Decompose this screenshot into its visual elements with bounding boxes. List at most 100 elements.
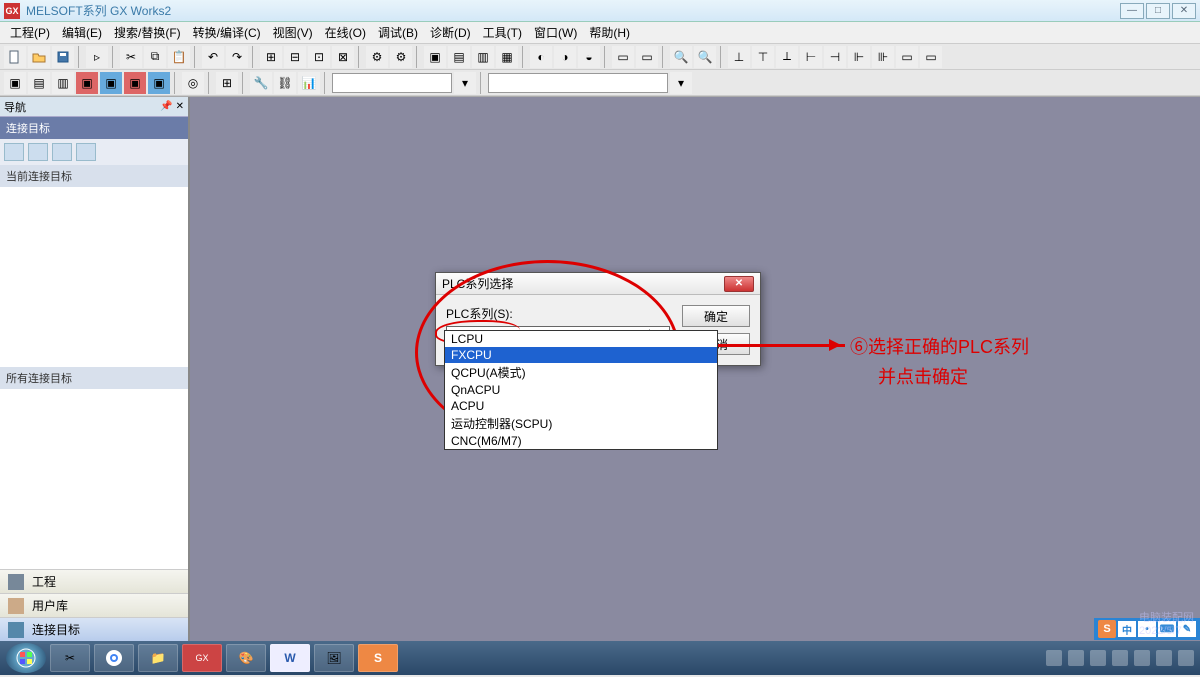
menu-debug[interactable]: 调试(B) xyxy=(372,22,424,43)
redo-button[interactable]: ↷ xyxy=(226,46,248,68)
maximize-button[interactable]: □ xyxy=(1146,3,1170,19)
toolbar-dropdown-icon[interactable]: ▾ xyxy=(670,72,692,94)
toolbar-button[interactable]: ▦ xyxy=(496,46,518,68)
nav-tab-target[interactable]: 连接目标 xyxy=(0,617,188,641)
dropdown-option-qcpu-a[interactable]: QCPU(A模式) xyxy=(445,363,717,382)
toolbar-button[interactable]: 📊 xyxy=(298,72,320,94)
task-paint[interactable]: 🎨 xyxy=(226,644,266,672)
toolbar-button[interactable]: ▣ xyxy=(100,72,122,94)
dropdown-option-lcpu[interactable]: LCPU xyxy=(445,331,717,347)
toolbar-button[interactable]: ▣ xyxy=(76,72,98,94)
new-button[interactable] xyxy=(4,46,26,68)
pin-icon[interactable]: 📌 ✕ xyxy=(160,101,184,112)
toolbar-combo[interactable] xyxy=(332,73,452,93)
toolbar-target-icon[interactable]: ◎ xyxy=(182,72,204,94)
toolbar-button[interactable]: ⚙ xyxy=(366,46,388,68)
dropdown-option-scpu[interactable]: 运动控制器(SCPU) xyxy=(445,414,717,433)
tray-volume-icon[interactable] xyxy=(1156,650,1172,666)
toolbar-combo[interactable] xyxy=(488,73,668,93)
tray-icon[interactable] xyxy=(1090,650,1106,666)
tray-icon[interactable] xyxy=(1068,650,1084,666)
toolbar-button[interactable]: ▭ xyxy=(636,46,658,68)
task-explorer[interactable]: 📁 xyxy=(138,644,178,672)
toolbar-button[interactable]: ▭ xyxy=(920,46,942,68)
nav-tool-icon[interactable] xyxy=(4,143,24,161)
toolbar-button[interactable]: ⊡ xyxy=(308,46,330,68)
menu-diagnose[interactable]: 诊断(D) xyxy=(424,22,477,43)
toolbar-button[interactable]: ▤ xyxy=(448,46,470,68)
toolbar-button[interactable]: ▭ xyxy=(896,46,918,68)
menu-search[interactable]: 搜索/替换(F) xyxy=(108,22,187,43)
toolbar-button[interactable]: ⊠ xyxy=(332,46,354,68)
task-sogou[interactable]: S xyxy=(358,644,398,672)
menu-help[interactable]: 帮助(H) xyxy=(583,22,636,43)
tray-network-icon[interactable] xyxy=(1134,650,1150,666)
dialog-title-bar[interactable]: PLC系列选择 ✕ xyxy=(436,273,760,295)
zoom-out-button[interactable]: 🔍 xyxy=(694,46,716,68)
task-photos[interactable]: 🖼 xyxy=(314,644,354,672)
minimize-button[interactable]: — xyxy=(1120,3,1144,19)
task-chrome[interactable] xyxy=(94,644,134,672)
menu-convert[interactable]: 转换/编译(C) xyxy=(187,22,267,43)
toolbar-button[interactable]: ⛓ xyxy=(274,72,296,94)
toolbar-button[interactable]: ▤ xyxy=(28,72,50,94)
dialog-close-button[interactable]: ✕ xyxy=(724,276,754,292)
tray-battery-icon[interactable] xyxy=(1178,650,1194,666)
dropdown-option-cnc[interactable]: CNC(M6/M7) xyxy=(445,433,717,449)
save-button[interactable] xyxy=(52,46,74,68)
toolbar-button[interactable]: ⊢ xyxy=(800,46,822,68)
task-gxworks[interactable]: GX xyxy=(182,644,222,672)
dropdown-option-qnacpu[interactable]: QnACPU xyxy=(445,382,717,398)
ok-button[interactable]: 确定 xyxy=(682,305,750,327)
toolbar-button[interactable]: ▥ xyxy=(472,46,494,68)
paste-button[interactable]: 📋 xyxy=(168,46,190,68)
toolbar-button[interactable]: ▣ xyxy=(4,72,26,94)
toolbar-button[interactable]: 🔧 xyxy=(250,72,272,94)
toolbar-button[interactable]: ◑ xyxy=(554,46,576,68)
menu-edit[interactable]: 编辑(E) xyxy=(56,22,108,43)
toolbar-button[interactable]: ⊞ xyxy=(216,72,238,94)
toolbar-button[interactable]: ⊩ xyxy=(848,46,870,68)
cut-button[interactable]: ✂ xyxy=(120,46,142,68)
toolbar-button[interactable]: ▣ xyxy=(124,72,146,94)
menu-window[interactable]: 窗口(W) xyxy=(528,22,583,43)
open-button[interactable] xyxy=(28,46,50,68)
dropdown-option-fxcpu[interactable]: FXCPU xyxy=(445,347,717,363)
dropdown-option-acpu[interactable]: ACPU xyxy=(445,398,717,414)
menu-tools[interactable]: 工具(T) xyxy=(477,22,528,43)
menu-online[interactable]: 在线(O) xyxy=(319,22,372,43)
nav-tab-userlib[interactable]: 用户库 xyxy=(0,593,188,617)
toolbar-button[interactable]: ⚙ xyxy=(390,46,412,68)
task-word[interactable]: W xyxy=(270,644,310,672)
toolbar-button[interactable]: ▭ xyxy=(612,46,634,68)
toolbar-button[interactable]: ▣ xyxy=(148,72,170,94)
toolbar-button[interactable]: ⊪ xyxy=(872,46,894,68)
plc-series-dropdown[interactable]: LCPU FXCPU QCPU(A模式) QnACPU ACPU 运动控制器(S… xyxy=(444,330,718,450)
toolbar-button[interactable]: ▥ xyxy=(52,72,74,94)
toolbar-button[interactable]: ◐ xyxy=(530,46,552,68)
toolbar-dropdown-icon[interactable]: ▾ xyxy=(454,72,476,94)
toolbar-button[interactable]: ⊟ xyxy=(284,46,306,68)
toolbar-button[interactable]: ⊤ xyxy=(752,46,774,68)
menu-project[interactable]: 工程(P) xyxy=(4,22,56,43)
toolbar-button[interactable]: ▹ xyxy=(86,46,108,68)
undo-button[interactable]: ↶ xyxy=(202,46,224,68)
system-tray[interactable] xyxy=(1046,650,1194,666)
task-snip[interactable]: ✂ xyxy=(50,644,90,672)
tray-icon[interactable] xyxy=(1046,650,1062,666)
nav-tool-icon[interactable] xyxy=(76,143,96,161)
toolbar-button[interactable]: ⊣ xyxy=(824,46,846,68)
tray-bluetooth-icon[interactable] xyxy=(1112,650,1128,666)
nav-tool-icon[interactable] xyxy=(52,143,72,161)
toolbar-button[interactable]: ◒ xyxy=(578,46,600,68)
menu-view[interactable]: 视图(V) xyxy=(267,22,319,43)
toolbar-button[interactable]: ▣ xyxy=(424,46,446,68)
zoom-in-button[interactable]: 🔍 xyxy=(670,46,692,68)
nav-tab-project[interactable]: 工程 xyxy=(0,569,188,593)
start-button[interactable] xyxy=(6,643,46,673)
nav-tool-icon[interactable] xyxy=(28,143,48,161)
toolbar-button[interactable]: ⊥ xyxy=(728,46,750,68)
toolbar-button[interactable]: ⊞ xyxy=(260,46,282,68)
toolbar-button[interactable]: ⟂ xyxy=(776,46,798,68)
close-button[interactable]: ✕ xyxy=(1172,3,1196,19)
